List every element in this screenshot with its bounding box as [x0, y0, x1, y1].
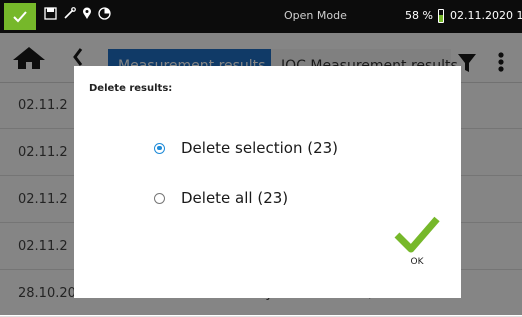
- dialog-title: Delete results:: [89, 83, 173, 94]
- battery-icon: [438, 9, 444, 23]
- status-mode: Open Mode: [284, 9, 347, 22]
- delete-selection-option[interactable]: Delete selection (23): [154, 139, 338, 157]
- status-icons: [44, 7, 111, 20]
- status-ok-icon: [4, 3, 36, 30]
- status-datetime: 02.11.2020 11:12: [450, 9, 522, 22]
- checkmark-icon: [394, 216, 440, 253]
- option-label: Delete all (23): [181, 189, 289, 207]
- ok-label: OK: [410, 257, 424, 267]
- probe-icon: [64, 7, 76, 19]
- delete-all-option[interactable]: Delete all (23): [154, 189, 288, 207]
- timer-icon: [98, 7, 111, 20]
- radio-selected-icon[interactable]: [154, 142, 165, 154]
- status-bar: Open Mode 58 % 02.11.2020 11:12: [0, 0, 522, 33]
- delete-results-dialog: Delete results: Delete selection (23) De…: [74, 66, 461, 298]
- ok-button[interactable]: OK: [392, 212, 442, 284]
- radio-unselected-icon[interactable]: [154, 192, 165, 204]
- battery-percent: 58 %: [405, 9, 433, 22]
- location-pin-icon: [83, 7, 91, 19]
- option-label: Delete selection (23): [181, 139, 339, 157]
- save-icon: [44, 7, 57, 20]
